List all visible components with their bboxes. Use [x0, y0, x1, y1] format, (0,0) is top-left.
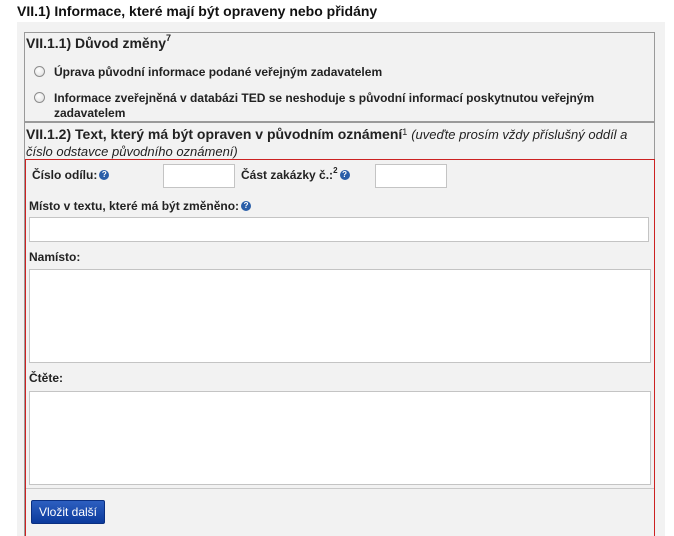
- help-icon[interactable]: ?: [241, 200, 252, 211]
- text-correction-footnote: 1: [402, 127, 408, 137]
- lot-footnote: 2: [333, 166, 338, 175]
- section-number-input[interactable]: [163, 164, 235, 188]
- place-in-text-label: Místo v textu, které má být změněno:?: [29, 199, 252, 213]
- insert-more-button[interactable]: Vložit další: [31, 500, 105, 524]
- section-number-label-text: Číslo odílu:: [32, 168, 98, 182]
- read-textarea[interactable]: [29, 391, 651, 485]
- radio-button[interactable]: [34, 66, 45, 77]
- reason-footnote: 7: [166, 33, 172, 43]
- help-icon[interactable]: ?: [99, 169, 110, 180]
- place-in-text-input[interactable]: [29, 217, 649, 242]
- section-heading: VII.1) Informace, které mají být opraven…: [17, 3, 378, 19]
- reason-option-label: Úprava původní informace podané veřejným…: [54, 65, 383, 79]
- section-number-label: Číslo odílu:?: [32, 168, 110, 182]
- instead-textarea[interactable]: [29, 269, 651, 363]
- lot-label: Část zakázky č.:2?: [241, 166, 350, 182]
- place-in-text-label-text: Místo v textu, které má být změněno:: [29, 199, 240, 213]
- divider: [26, 488, 654, 489]
- reason-title-text: VII.1.1) Důvod změny: [26, 35, 167, 51]
- lot-label-text: Část zakázky č.:: [241, 168, 334, 182]
- reason-title: VII.1.1) Důvod změny7: [26, 33, 172, 51]
- text-correction-title: VII.1.2) Text, který má být opraven v pů…: [26, 126, 646, 160]
- reason-option-label: Informace zveřejněná v databázi TED se n…: [54, 91, 595, 120]
- lot-number-input[interactable]: [375, 164, 447, 188]
- radio-button[interactable]: [34, 92, 45, 103]
- help-icon[interactable]: ?: [339, 169, 350, 180]
- instead-label: Namísto:: [29, 250, 81, 264]
- text-correction-title-text: VII.1.2) Text, který má být opraven v pů…: [26, 126, 403, 142]
- read-label: Čtěte:: [29, 371, 64, 385]
